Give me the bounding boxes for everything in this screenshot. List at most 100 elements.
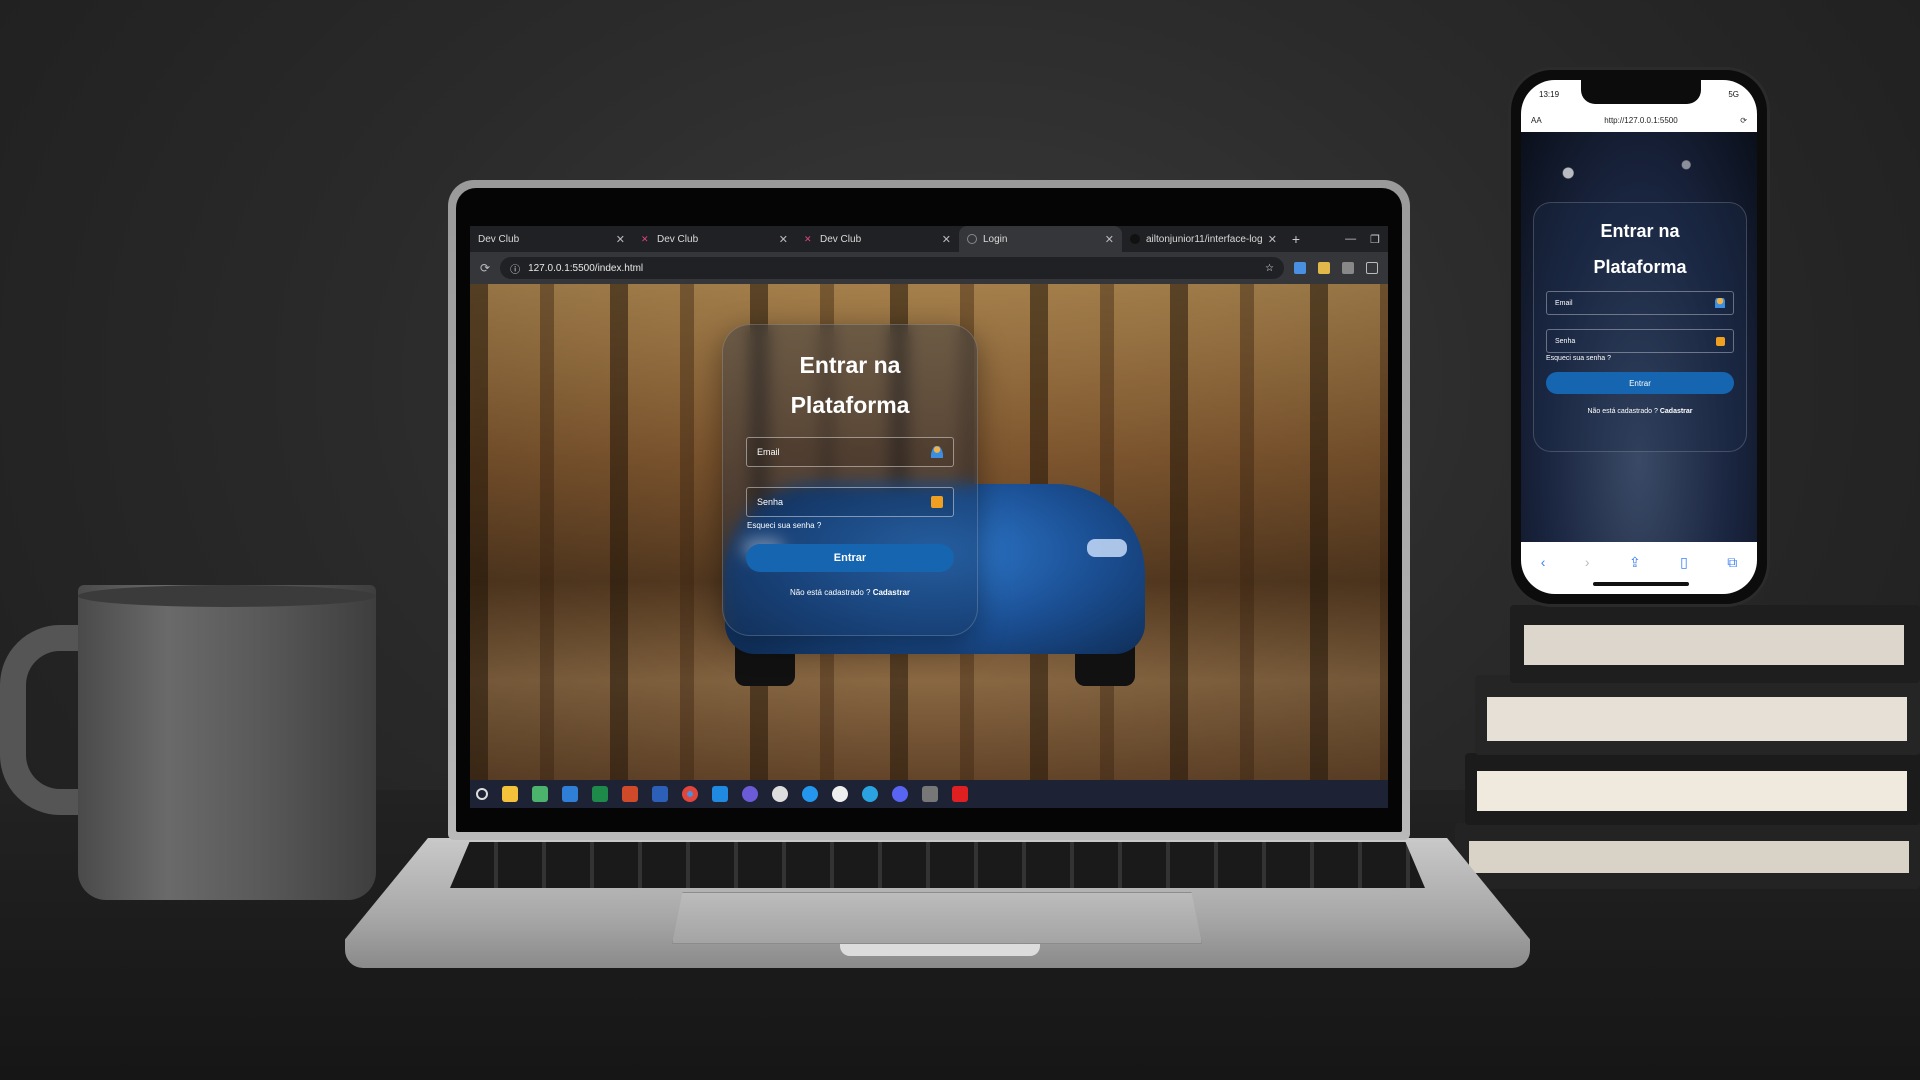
browser-tab[interactable]: ailtonjunior11/interface-logi ✕ <box>1122 226 1285 252</box>
share-icon[interactable]: ⇪ <box>1629 554 1641 571</box>
tab-title: Dev Club <box>820 233 862 245</box>
email-placeholder: Email <box>757 447 780 457</box>
powerpoint-icon[interactable] <box>622 786 638 802</box>
vscode-icon[interactable] <box>712 786 728 802</box>
phone-time: 13:19 <box>1539 89 1560 99</box>
laptop-keyboard <box>450 842 1425 888</box>
close-icon[interactable]: ✕ <box>942 233 951 246</box>
book <box>1465 753 1920 825</box>
github-favicon-icon <box>1130 234 1140 244</box>
book <box>1475 675 1920 755</box>
tab-title: Dev Club <box>478 233 520 245</box>
os-taskbar <box>470 780 1388 808</box>
docker-icon[interactable] <box>802 786 818 802</box>
globe-icon <box>967 234 977 244</box>
phone-title-line1: Entrar na <box>1600 221 1680 241</box>
tab-title: ailtonjunior11/interface-logi <box>1146 233 1262 245</box>
reload-icon[interactable]: ⟳ <box>480 261 490 275</box>
book <box>1510 605 1920 683</box>
lock-icon <box>931 496 943 508</box>
mail-icon[interactable] <box>562 786 578 802</box>
phone-browser-toolbar: ‹ › ⇪ ▯ ⧉ <box>1521 542 1757 594</box>
phone-register-prompt: Não está cadastrado ? Cadastrar <box>1587 408 1692 415</box>
phone-password-placeholder: Senha <box>1555 337 1576 345</box>
laptop-trackpad <box>672 892 1202 944</box>
browser-tab[interactable]: Dev Club ✕ <box>470 226 633 252</box>
text-size-button[interactable]: AA <box>1531 116 1542 125</box>
calendar-icon[interactable] <box>532 786 548 802</box>
phone-page: Entrar na Plataforma Email Senha Esqueci… <box>1521 132 1757 542</box>
phone-url-text: http://127.0.0.1:5500 <box>1604 115 1678 125</box>
word-icon[interactable] <box>652 786 668 802</box>
login-title-line1: Entrar na <box>799 352 901 378</box>
folder-icon[interactable] <box>502 786 518 802</box>
login-title: Entrar na Plataforma <box>791 345 910 425</box>
app-icon[interactable] <box>922 786 938 802</box>
phone-screen: 13:19 5G AA http://127.0.0.1:5500 ⟳ Entr… <box>1521 80 1757 594</box>
window-controls: — ❐ <box>1345 226 1388 252</box>
restore-icon[interactable]: ❐ <box>1370 233 1380 246</box>
excel-icon[interactable] <box>592 786 608 802</box>
browser-addressbar: ⟳ ⓘ 127.0.0.1:5500/index.html ☆ <box>470 252 1388 284</box>
phone-password-field[interactable]: Senha <box>1546 329 1734 353</box>
app-icon[interactable] <box>742 786 758 802</box>
phone-login-title: Entrar na Plataforma <box>1593 213 1686 285</box>
extension-icon[interactable] <box>1318 262 1330 274</box>
laptop-lid: Dev Club ✕ ✕ Dev Club ✕ ✕ Dev Club ✕ Log… <box>448 180 1410 840</box>
laptop-bezel: Dev Club ✕ ✕ Dev Club ✕ ✕ Dev Club ✕ Log… <box>456 188 1402 832</box>
tabs-icon[interactable]: ⧉ <box>1727 554 1737 571</box>
discord-icon[interactable] <box>892 786 908 802</box>
login-button[interactable]: Entrar <box>746 544 954 572</box>
bookmark-star-icon[interactable]: ☆ <box>1265 263 1274 274</box>
register-link[interactable]: Cadastrar <box>873 588 910 597</box>
extensions-bar <box>1294 262 1378 274</box>
chrome-icon[interactable] <box>682 786 698 802</box>
close-icon[interactable]: ✕ <box>1268 233 1277 246</box>
new-tab-button[interactable]: + <box>1285 226 1307 252</box>
pen-icon[interactable] <box>1342 262 1354 274</box>
forgot-password-link[interactable]: Esqueci sua senha ? <box>747 521 821 530</box>
close-icon[interactable]: ✕ <box>779 233 788 246</box>
youtube-icon[interactable] <box>952 786 968 802</box>
github-icon[interactable] <box>772 786 788 802</box>
password-placeholder: Senha <box>757 497 784 507</box>
laptop-hinge-notch <box>840 944 1040 956</box>
password-field[interactable]: Senha <box>746 487 954 517</box>
extension-icon[interactable] <box>1294 262 1306 274</box>
phone-forgot-password-link[interactable]: Esqueci sua senha ? <box>1546 355 1611 362</box>
lock-icon <box>1716 336 1725 346</box>
mug-body <box>78 585 376 900</box>
minimize-icon[interactable]: — <box>1345 233 1356 245</box>
url-field[interactable]: ⓘ 127.0.0.1:5500/index.html ☆ <box>500 257 1284 279</box>
desk-scene: Dev Club ✕ ✕ Dev Club ✕ ✕ Dev Club ✕ Log… <box>0 0 1920 1080</box>
browser-tab[interactable]: ✕ Dev Club ✕ <box>796 226 959 252</box>
smartphone: 13:19 5G AA http://127.0.0.1:5500 ⟳ Entr… <box>1508 67 1770 607</box>
browser-tab-active[interactable]: Login ✕ <box>959 226 1122 252</box>
devclub-favicon-icon: ✕ <box>804 234 812 244</box>
search-icon[interactable] <box>476 788 488 800</box>
page-viewport: Entrar na Plataforma Email Senha Esqueci… <box>470 284 1388 780</box>
register-prompt: Não está cadastrado ? Cadastrar <box>790 588 910 597</box>
browser-tab[interactable]: ✕ Dev Club ✕ <box>633 226 796 252</box>
telegram-icon[interactable] <box>862 786 878 802</box>
phone-register-link[interactable]: Cadastrar <box>1660 408 1693 415</box>
phone-address-bar[interactable]: AA http://127.0.0.1:5500 ⟳ <box>1521 108 1757 132</box>
phone-title-line2: Plataforma <box>1593 257 1687 277</box>
site-info-icon[interactable]: ⓘ <box>510 261 520 276</box>
close-icon[interactable]: ✕ <box>616 233 625 246</box>
app-icon[interactable] <box>832 786 848 802</box>
bookmarks-icon[interactable]: ▯ <box>1680 554 1688 571</box>
back-icon[interactable]: ‹ <box>1541 554 1546 570</box>
login-title-line2: Plataforma <box>790 392 910 418</box>
register-text: Não está cadastrado ? <box>789 588 871 597</box>
mug-rim <box>78 585 376 607</box>
forward-icon[interactable]: › <box>1585 554 1590 570</box>
phone-email-field[interactable]: Email <box>1546 291 1734 315</box>
phone-login-button[interactable]: Entrar <box>1546 372 1734 394</box>
reload-icon[interactable]: ⟳ <box>1740 116 1747 125</box>
close-icon[interactable]: ✕ <box>1105 233 1114 246</box>
email-field[interactable]: Email <box>746 437 954 467</box>
puzzle-icon[interactable] <box>1366 262 1378 274</box>
phone-notch <box>1581 80 1701 104</box>
user-icon <box>1715 298 1725 308</box>
